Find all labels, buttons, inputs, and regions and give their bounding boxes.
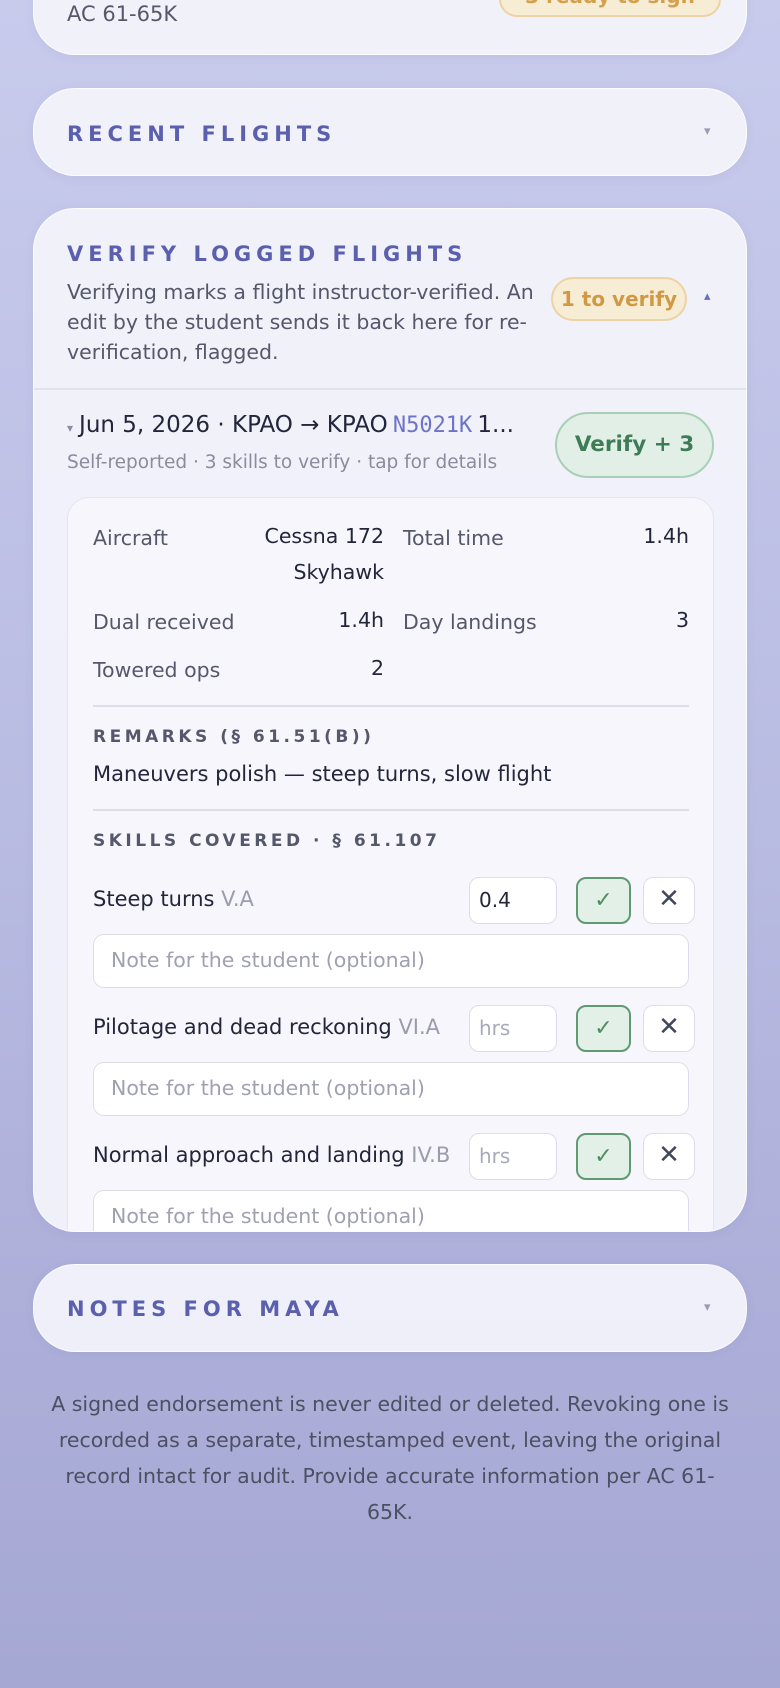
ready-to-sign-badge: 3 ready to sign <box>499 0 721 17</box>
skill-row: Pilotage and dead reckoning VI.A hrs ✓ ✕ <box>93 1005 695 1053</box>
towered-ops-label: Towered ops <box>93 658 221 682</box>
chevron-down-icon[interactable]: ▾ <box>704 124 711 139</box>
chevron-up-icon[interactable]: ▴ <box>704 289 711 304</box>
skill-code: V.A <box>221 887 254 911</box>
verify-flights-title: VERIFY LOGGED FLIGHTS <box>67 242 468 266</box>
audit-disclaimer: A signed endorsement is never edited or … <box>51 1392 729 1524</box>
total-time-field: Total time 1.4h <box>403 524 689 556</box>
total-time-value: 1.4h <box>643 524 689 548</box>
skill-code: IV.B <box>411 1143 451 1167</box>
remarks-title: REMARKS (§ 61.51(B)) <box>93 727 375 747</box>
aircraft-label: Aircraft <box>93 526 168 550</box>
notes-section[interactable]: NOTES FOR MAYA ▾ <box>33 1264 747 1352</box>
total-time-label: Total time <box>403 526 504 550</box>
verify-description: Verifying marks a flight instructor-veri… <box>67 280 534 364</box>
flight-summary: Jun 5, 2026 · KPAO → KPAO <box>79 412 388 438</box>
skill-name: Pilotage and dead reckoning VI.A <box>93 1015 440 1039</box>
skill-name-text: Steep turns <box>93 887 215 911</box>
notes-title: NOTES FOR MAYA <box>67 1297 344 1321</box>
divider <box>34 388 746 390</box>
aircraft-field: Aircraft Cessna 172 Skyhawk <box>93 524 384 596</box>
chevron-down-icon[interactable]: ▾ <box>67 421 73 435</box>
day-landings-field: Day landings 3 <box>403 608 689 640</box>
flight-details-panel: Aircraft Cessna 172 Skyhawk Total time 1… <box>67 497 714 1231</box>
remarks-text: Maneuvers polish — steep turns, slow fli… <box>93 762 552 786</box>
skill-hours-input[interactable]: 0.4 <box>469 877 557 924</box>
skill-note-input[interactable]: Note for the student (optional) <box>93 1062 689 1116</box>
endorsements-card: AC 61-65K 3 ready to sign <box>33 0 747 55</box>
skill-row: Steep turns V.A 0.4 ✓ ✕ <box>93 877 695 925</box>
skills-title: SKILLS COVERED · § 61.107 <box>93 831 441 851</box>
skill-hours-input[interactable]: hrs <box>469 1005 557 1052</box>
skill-note-input[interactable]: Note for the student (optional) <box>93 1190 689 1231</box>
approve-skill-button[interactable]: ✓ <box>576 1133 631 1180</box>
to-verify-badge: 1 to verify <box>551 277 687 321</box>
approve-skill-button[interactable]: ✓ <box>576 1005 631 1052</box>
recent-flights-section[interactable]: RECENT FLIGHTS ▾ <box>33 88 747 176</box>
aircraft-value: Cessna 172 Skyhawk <box>264 524 385 584</box>
dual-received-field: Dual received 1.4h <box>93 608 384 640</box>
towered-ops-field: Towered ops 2 <box>93 656 384 688</box>
skill-note-input[interactable]: Note for the student (optional) <box>93 934 689 988</box>
day-landings-value: 3 <box>675 608 689 632</box>
divider <box>93 809 689 811</box>
verify-flight-button[interactable]: Verify + 3 <box>555 412 714 478</box>
reject-skill-button[interactable]: ✕ <box>643 877 695 924</box>
skill-code: VI.A <box>398 1015 441 1039</box>
skill-hours-input[interactable]: hrs <box>469 1133 557 1180</box>
dual-received-label: Dual received <box>93 610 235 634</box>
towered-ops-value: 2 <box>370 656 384 680</box>
skill-row: Normal approach and landing IV.B hrs ✓ ✕ <box>93 1133 695 1181</box>
flight-meta[interactable]: Self-reported · 3 skills to verify · tap… <box>67 452 497 473</box>
reject-skill-button[interactable]: ✕ <box>643 1133 695 1180</box>
flight-tail-number: N5021K <box>392 413 473 438</box>
flight-row-header[interactable]: ▾ Jun 5, 2026 · KPAO → KPAO N5021K 1... <box>67 412 567 438</box>
reject-skill-button[interactable]: ✕ <box>643 1005 695 1052</box>
skill-name: Steep turns V.A <box>93 887 254 911</box>
verify-flights-section: VERIFY LOGGED FLIGHTS Verifying marks a … <box>33 208 747 1232</box>
approve-skill-button[interactable]: ✓ <box>576 877 631 924</box>
skill-name: Normal approach and landing IV.B <box>93 1143 450 1167</box>
skill-name-text: Pilotage and dead reckoning <box>93 1015 392 1039</box>
flight-overflow: 1... <box>477 412 514 438</box>
dual-received-value: 1.4h <box>338 608 384 632</box>
chevron-down-icon[interactable]: ▾ <box>704 1300 711 1315</box>
skill-name-text: Normal approach and landing <box>93 1143 405 1167</box>
recent-flights-title: RECENT FLIGHTS <box>67 122 337 146</box>
day-landings-label: Day landings <box>403 610 537 634</box>
divider <box>93 705 689 707</box>
endorsements-subtitle: AC 61-65K <box>67 2 178 26</box>
